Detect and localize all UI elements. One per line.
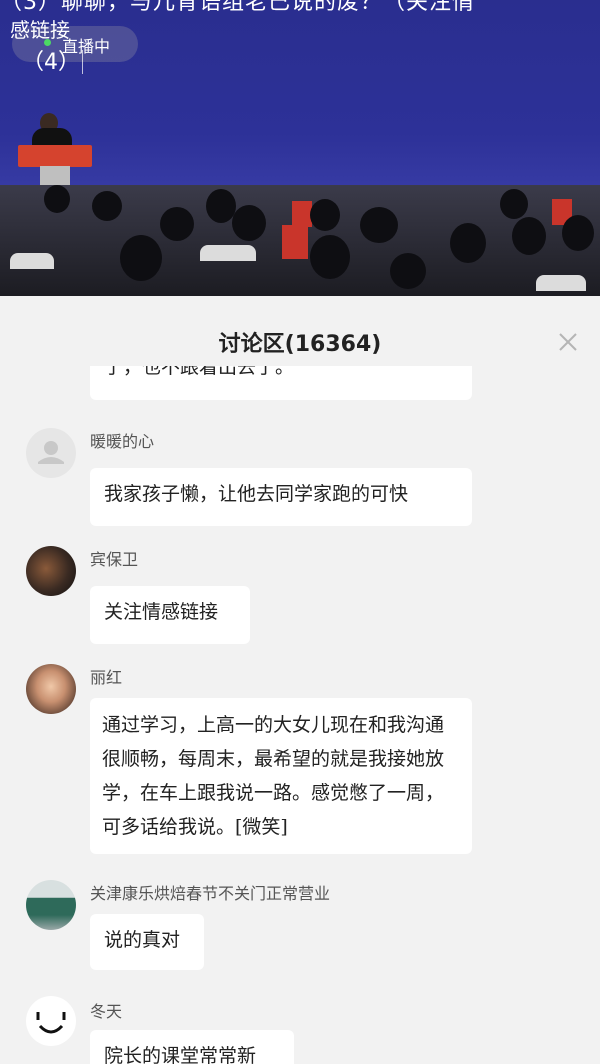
message-bubble: 关注情感链接 xyxy=(90,586,250,644)
message-username: 关津康乐烘焙春节不关门正常营业 xyxy=(90,884,331,903)
audience-head xyxy=(450,223,486,263)
audience xyxy=(0,185,600,296)
red-sign xyxy=(292,201,312,227)
message-username: 宾保卫 xyxy=(90,550,139,569)
audience-head xyxy=(160,207,194,241)
message-bubble: 通过学习，上高一的大女儿现在和我沟通很顺畅，每周末，最希望的就是我接她放学，在车… xyxy=(90,698,472,854)
slide-text: （3）聊聊，与儿育语组老已说的废？（关注情 xyxy=(0,0,475,15)
message-username: 暖暖的心 xyxy=(90,432,155,451)
message-bubble: 我家孩子懒，让他去同学家跑的可快 xyxy=(90,468,472,526)
audience-head xyxy=(562,215,594,251)
chair xyxy=(536,275,586,291)
default-user-icon[interactable] xyxy=(26,428,76,478)
podium xyxy=(18,145,92,167)
message-bubble: 了，也不跟着出去了。 xyxy=(90,366,472,400)
message-text: 院长的课堂常常新 xyxy=(104,1045,257,1064)
chair xyxy=(10,253,54,269)
audience-head xyxy=(390,253,426,289)
audience-head xyxy=(44,185,70,213)
message-text: 了，也不跟着出去了。 xyxy=(104,366,295,378)
audience-head xyxy=(92,191,122,221)
message-username: 丽红 xyxy=(90,668,123,687)
discussion-title: 讨论区(16364) xyxy=(218,332,382,357)
smile-avatar[interactable] xyxy=(26,996,76,1046)
audience-head xyxy=(120,235,162,281)
message-list[interactable]: 了，也不跟着出去了。 暖暖的心 我家孩子懒，让他去同学家跑的可快 宾保卫 关注情… xyxy=(0,366,600,1064)
message-text: 关注情感链接 xyxy=(104,601,219,623)
audience-head xyxy=(232,205,266,241)
audience-head xyxy=(512,217,546,255)
discussion-panel: 讨论区(16364) 了，也不跟着出去了。 暖暖的心 我家孩子懒，让他去同学家跑… xyxy=(0,296,600,1064)
chair xyxy=(200,245,256,261)
audience-head xyxy=(310,235,350,279)
red-sign xyxy=(282,225,308,259)
audience-head xyxy=(310,199,340,231)
message-text: 说的真对 xyxy=(104,929,181,951)
message-bubble: 院长的课堂常常新 xyxy=(90,1030,294,1064)
slide-overlay-text: 感链接 xyxy=(10,18,70,42)
audience-head xyxy=(500,189,528,219)
portrait-avatar[interactable] xyxy=(26,664,76,714)
live-video[interactable]: （3）聊聊，与儿育语组老已说的废？（关注情 感链接 直播中 （4） xyxy=(0,0,600,296)
shop-avatar[interactable] xyxy=(26,880,76,930)
photo-avatar[interactable] xyxy=(26,546,76,596)
close-icon[interactable] xyxy=(556,330,580,354)
message-text: 通过学习，上高一的大女儿现在和我沟通很顺畅，每周末，最希望的就是我接她放学，在车… xyxy=(102,714,445,838)
message-username: 冬天 xyxy=(90,1002,123,1021)
slide-text-line2: （4） xyxy=(22,50,80,75)
message-bubble: 说的真对 xyxy=(90,914,204,970)
text-cursor xyxy=(82,50,83,74)
message-text: 我家孩子懒，让他去同学家跑的可快 xyxy=(104,483,409,505)
audience-head xyxy=(360,207,398,243)
